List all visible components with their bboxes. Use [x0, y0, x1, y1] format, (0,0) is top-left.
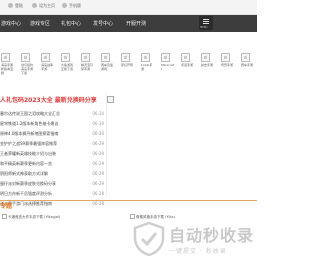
app-name: 精灵宝可梦手游	[81, 63, 94, 71]
app-name: 梦幻开局	[121, 63, 134, 67]
news-item[interactable]: 逆水寒手游门派选择推荐指南 06-28	[0, 201, 104, 211]
featured-headline[interactable]: 人礼包码2023大全 最新兑换码分享	[0, 95, 97, 104]
hamburger-icon-bar	[203, 23, 209, 24]
set-homepage-link[interactable]: 设为主页	[32, 3, 55, 9]
mobile-version-link[interactable]: 手机版	[62, 3, 81, 9]
app-card[interactable]: 海岛战争手游	[41, 53, 55, 71]
user-icon	[8, 3, 13, 8]
app-thumbnail	[201, 53, 210, 62]
news-item[interactable]: 金铲铲之战S9赛季最强阵容推荐 06-29	[0, 141, 104, 151]
app-name: 射击手游	[201, 63, 214, 67]
news-title: 蛋仔派对新赛季皮肤兑换码分享	[0, 181, 56, 186]
nav-code-center[interactable]: 发号中心	[93, 20, 113, 27]
app-name: kirpki手游	[141, 63, 153, 71]
mobile-icon	[62, 3, 67, 8]
news-title: 逆水寒手游门派选择推荐指南	[0, 201, 52, 206]
news-title: 塞尔达传说王国之泪攻略大全汇总	[0, 111, 60, 116]
hamburger-icon-bar	[203, 21, 209, 22]
app-thumbnail	[61, 53, 70, 62]
menu-button[interactable]: MENU	[199, 16, 213, 30]
news-date: 06-30	[92, 131, 104, 136]
app-name: 赛车竞速游戏	[101, 63, 114, 71]
news-date: 06-30	[92, 121, 104, 126]
news-date: 06-28	[92, 201, 104, 206]
news-date: 06-29	[92, 151, 104, 156]
news-title: 王者荣耀新英雄技能介绍与出装	[0, 151, 56, 156]
app-thumbnail	[141, 53, 150, 62]
watermark: 自动秒收录 一键提交 · 秒收录	[127, 216, 253, 272]
app-thumbnail	[121, 53, 130, 62]
app-card[interactable]: 问道手游	[181, 53, 195, 67]
broken-image-icon	[107, 96, 114, 103]
section-title: 专题	[0, 203, 13, 210]
news-title: 原神4.0版本枫丹新地图探索指南	[0, 131, 59, 136]
app-thumbnail	[161, 53, 170, 62]
app-card[interactable]: 射击手游	[201, 53, 215, 67]
app-name: 问道手游	[181, 63, 194, 67]
news-title: 和平精英新赛季更新内容一览	[0, 161, 52, 166]
nav-server-open[interactable]: 开服开测	[126, 20, 146, 27]
app-name: 赛车手游	[241, 63, 254, 67]
main-nav: 游戏中心 游戏专区 礼包中心 发号中心 开服开测	[0, 15, 257, 32]
section-divider	[0, 200, 257, 201]
news-item[interactable]: 原神4.0版本枫丹新地图探索指南 06-30	[0, 131, 104, 141]
app-card[interactable]: 海岛手游新版本宝箱	[1, 53, 15, 75]
image-icon	[2, 214, 7, 219]
news-date: 06-28	[92, 191, 104, 196]
menu-label: MENU	[200, 26, 208, 29]
app-thumbnail	[1, 53, 10, 62]
news-title: 金铲铲之战S9赛季最强阵容推荐	[0, 141, 58, 146]
nav-gift-center[interactable]: 礼包中心	[61, 20, 81, 27]
app-card[interactable]: 精灵宝可梦手游	[81, 53, 95, 71]
app-card[interactable]: 传奇手游	[221, 53, 235, 67]
app-name: 海岛手游新版本宝箱	[1, 63, 14, 75]
nav-game-center[interactable]: 游戏中心	[1, 20, 21, 27]
app-thumbnail	[21, 53, 30, 62]
app-card[interactable]: 剑与契约海岛手游下载	[21, 53, 35, 75]
app-name: 大鱼游戏正版下载	[61, 63, 74, 71]
app-thumbnail	[81, 53, 90, 62]
app-card[interactable]: 梦幻开局	[121, 53, 135, 67]
app-name: 剑与契约海岛手游下载	[21, 63, 34, 75]
login-link[interactable]: 登陆	[8, 3, 23, 9]
news-item[interactable]: 王者荣耀新英雄技能介绍与出装 06-29	[0, 151, 104, 161]
news-title: 阴阳师新式神获取方式详解	[0, 171, 48, 176]
hamburger-icon	[203, 19, 209, 20]
news-date: 06-30	[92, 111, 104, 116]
news-title: 星穹铁道1.2版本新角色抽卡建议	[0, 121, 59, 126]
home-icon	[32, 3, 37, 8]
app-thumbnail	[241, 53, 250, 62]
watermark-title: 自动秒收录	[169, 226, 255, 245]
app-name: Minecraft	[161, 63, 174, 71]
app-name: 传奇手游	[221, 63, 234, 67]
app-card[interactable]: 赛车手游	[241, 53, 255, 67]
news-date: 06-29	[92, 171, 104, 176]
news-item[interactable]: 和平精英新赛季更新内容一览 06-29	[0, 161, 104, 171]
top-bar: 登陆 设为主页 手机版	[0, 0, 257, 15]
app-thumbnail	[181, 53, 190, 62]
topic-link[interactable]: 卡通竞技大作手游下载 (Yiliagjal)	[2, 214, 60, 220]
news-date: 06-29	[92, 181, 104, 186]
app-name: 海岛战争手游	[41, 63, 54, 71]
app-thumbnail	[221, 53, 230, 62]
app-thumbnail	[41, 53, 50, 62]
nav-game-zone[interactable]: 游戏专区	[30, 20, 50, 27]
news-item[interactable]: 蛋仔派对新赛季皮肤兑换码分享 06-29	[0, 181, 104, 191]
topic-link-label: 卡通竞技大作手游下载 (Yiliagjal)	[8, 215, 61, 219]
app-thumbnail	[101, 53, 110, 62]
news-title: 明日方舟新干员强度评测分析	[0, 191, 52, 196]
app-card[interactable]: Minecraft	[161, 53, 175, 71]
news-date: 06-29	[92, 161, 104, 166]
app-card[interactable]: 大鱼游戏正版下载	[61, 53, 75, 71]
app-card[interactable]: 赛车竞速游戏	[101, 53, 115, 71]
app-card[interactable]: kirpki手游	[141, 53, 155, 71]
news-item[interactable]: 阴阳师新式神获取方式详解 06-29	[0, 171, 104, 181]
banner-image-area[interactable]	[106, 93, 258, 196]
watermark-subtitle: 一键提交 · 秒收录	[169, 248, 227, 255]
news-item[interactable]: 塞尔达传说王国之泪攻略大全汇总 06-30	[0, 111, 104, 121]
news-date: 06-29	[92, 141, 104, 146]
news-item[interactable]: 星穹铁道1.2版本新角色抽卡建议 06-30	[0, 121, 104, 131]
shield-icon	[133, 222, 165, 256]
